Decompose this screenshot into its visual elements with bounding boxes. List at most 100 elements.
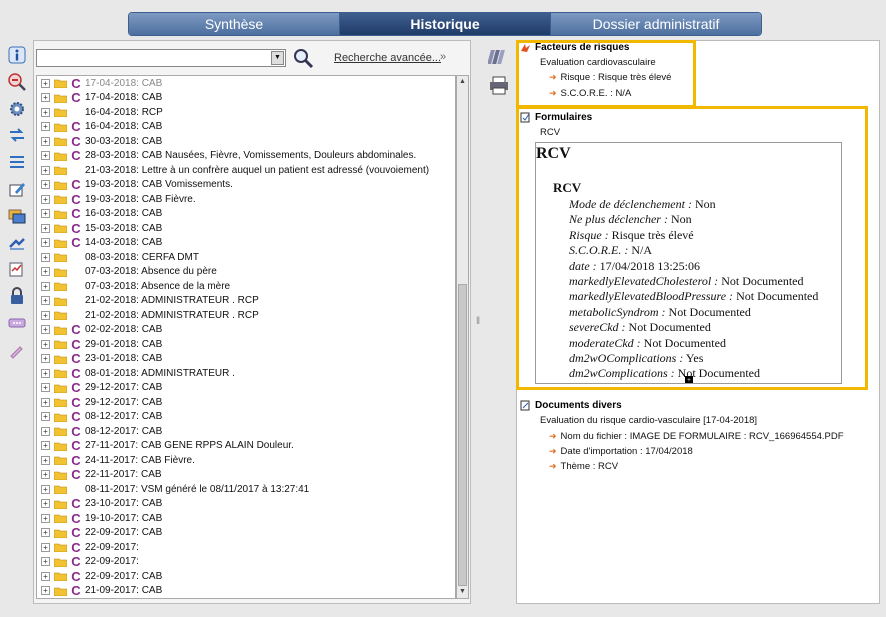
table-row[interactable]: + C 23-10-2017: CAB <box>37 496 455 511</box>
scroll-down-icon[interactable]: ▼ <box>457 586 468 598</box>
table-row[interactable]: + C 08-12-2017: CAB <box>37 409 455 424</box>
table-row[interactable]: + C 22-09-2017: CAB <box>37 569 455 584</box>
row-label: 23-01-2018: CAB <box>85 353 163 365</box>
expand-plus-icon[interactable]: + <box>41 93 50 103</box>
table-row[interactable]: + C 17-04-2018: CAB <box>37 90 455 105</box>
prescription-icon[interactable] <box>6 232 28 254</box>
expand-plus-icon[interactable]: + <box>41 281 50 291</box>
expand-plus-icon[interactable]: + <box>41 528 50 538</box>
expand-plus-icon[interactable]: + <box>41 586 50 596</box>
expand-plus-icon[interactable]: + <box>41 252 50 262</box>
expand-plus-icon[interactable]: + <box>41 107 50 117</box>
table-row[interactable]: + C 29-01-2018: CAB <box>37 337 455 352</box>
expand-plus-icon[interactable]: + <box>41 194 50 204</box>
table-row[interactable]: + C 19-10-2017: CAB <box>37 511 455 526</box>
table-row[interactable]: + C 22-09-2017: <box>37 554 455 569</box>
table-row[interactable]: +16-04-2018: RCP <box>37 105 455 120</box>
expand-plus-icon[interactable]: + <box>41 513 50 523</box>
table-row[interactable]: + C 28-03-2018: CAB Nausées, Fièvre, Vomis… <box>37 148 455 163</box>
table-row[interactable]: +08-11-2017: VSM généré le 08/11/2017 à … <box>37 482 455 497</box>
expand-plus-icon[interactable]: + <box>41 325 50 335</box>
table-row[interactable]: + C 08-12-2017: CAB <box>37 424 455 439</box>
printer-icon[interactable] <box>488 74 510 96</box>
expand-plus-icon[interactable]: + <box>41 470 50 480</box>
panel-splitter[interactable]: ‖ <box>476 316 482 327</box>
expand-plus-icon[interactable]: + <box>41 354 50 364</box>
zoom-out-icon[interactable] <box>6 71 28 93</box>
expand-plus-icon[interactable]: + <box>41 136 50 146</box>
expand-plus-icon[interactable]: + <box>41 122 50 132</box>
info-icon[interactable] <box>6 44 28 66</box>
settings-icon[interactable] <box>6 98 28 120</box>
lock-icon[interactable] <box>6 285 28 307</box>
chart-edit-icon[interactable] <box>6 258 28 280</box>
brush-icon[interactable] <box>6 339 28 361</box>
tree-scrollbar[interactable]: ▲ ▼ <box>456 75 469 599</box>
table-row[interactable]: +21-02-2018: ADMINISTRATEUR . RCP <box>37 308 455 323</box>
expand-plus-icon[interactable]: + <box>41 557 50 567</box>
scroll-thumb[interactable] <box>458 284 467 586</box>
table-row[interactable]: + C 02-02-2018: CAB <box>37 322 455 337</box>
expand-plus-icon[interactable]: + <box>41 542 50 552</box>
scroll-up-icon[interactable]: ▲ <box>457 76 468 88</box>
table-row[interactable]: + C 24-11-2017: CAB Fièvre. <box>37 453 455 468</box>
expand-plus-icon[interactable]: + <box>41 310 50 320</box>
expand-chevron-icon[interactable]: » <box>440 51 446 63</box>
tab-synthese[interactable]: Synthèse <box>129 13 340 35</box>
expand-plus-icon[interactable]: + <box>41 441 50 451</box>
table-row[interactable]: +21-03-2018: Lettre à un confrère auquel… <box>37 163 455 178</box>
expand-plus-icon[interactable]: + <box>41 383 50 393</box>
advanced-search-link[interactable]: Recherche avancée... <box>334 52 441 64</box>
expand-plus-icon[interactable]: + <box>41 484 50 494</box>
edit-icon[interactable] <box>6 178 28 200</box>
table-row[interactable]: + C 19-03-2018: CAB Vomissements. <box>37 177 455 192</box>
expand-plus-icon[interactable]: + <box>41 571 50 581</box>
expand-plus-icon[interactable]: + <box>41 426 50 436</box>
table-row[interactable]: + C 16-04-2018: CAB <box>37 119 455 134</box>
transfer-icon[interactable] <box>6 124 28 146</box>
expand-plus-icon[interactable]: + <box>41 223 50 233</box>
expand-plus-icon[interactable]: + <box>41 267 50 277</box>
table-row[interactable]: + C 08-01-2018: ADMINISTRATEUR . <box>37 366 455 381</box>
list-icon[interactable] <box>6 151 28 173</box>
table-row[interactable]: + C 14-03-2018: CAB <box>37 235 455 250</box>
expand-plus-icon[interactable]: + <box>41 209 50 219</box>
table-row[interactable]: + C 22-09-2017: <box>37 540 455 555</box>
expand-plus-icon[interactable]: + <box>41 412 50 422</box>
expand-plus-icon[interactable]: + <box>41 368 50 378</box>
table-row[interactable]: + C 29-12-2017: CAB <box>37 395 455 410</box>
table-row[interactable]: + C 21-09-2017: CAB <box>37 583 455 598</box>
table-row[interactable]: + C 19-03-2018: CAB Fièvre. <box>37 192 455 207</box>
expand-plus-icon[interactable]: + <box>41 180 50 190</box>
table-row[interactable]: + C 15-03-2018: CAB <box>37 221 455 236</box>
table-row[interactable]: + C 22-09-2017: CAB <box>37 525 455 540</box>
cards-icon[interactable] <box>6 205 28 227</box>
search-icon[interactable] <box>292 47 314 69</box>
message-icon[interactable] <box>6 312 28 334</box>
table-row[interactable]: + C 23-01-2018: CAB <box>37 351 455 366</box>
expand-plus-icon[interactable]: + <box>41 455 50 465</box>
table-row[interactable]: + C 16-03-2018: CAB <box>37 206 455 221</box>
expand-plus-icon[interactable]: + <box>41 499 50 509</box>
expand-plus-icon[interactable]: + <box>41 397 50 407</box>
expand-plus-icon[interactable]: + <box>41 78 50 88</box>
books-icon[interactable] <box>487 46 510 68</box>
table-row[interactable]: +07-03-2018: Absence du père <box>37 265 455 280</box>
table-row[interactable]: + C 29-12-2017: CAB <box>37 380 455 395</box>
tab-historique[interactable]: Historique <box>340 13 551 35</box>
table-row[interactable]: +07-03-2018: Absence de la mère <box>37 279 455 294</box>
expand-plus-icon[interactable]: + <box>41 296 50 306</box>
table-row[interactable]: + C 22-11-2017: CAB <box>37 467 455 482</box>
table-row[interactable]: +08-03-2018: CERFA DMT <box>37 250 455 265</box>
table-row[interactable]: + C 27-11-2017: CAB GENE RPPS ALAIN Douleu… <box>37 438 455 453</box>
table-row[interactable]: + C 30-03-2018: CAB <box>37 134 455 149</box>
chevron-down-icon[interactable]: ▼ <box>271 51 284 65</box>
table-row[interactable]: +21-02-2018: ADMINISTRATEUR . RCP <box>37 294 455 309</box>
expand-plus-icon[interactable]: + <box>41 165 50 175</box>
expand-plus-icon[interactable]: + <box>41 151 50 161</box>
expand-plus-icon[interactable]: + <box>41 339 50 349</box>
expand-plus-icon[interactable]: + <box>41 238 50 248</box>
table-row[interactable]: + C 17-04-2018: CAB <box>37 76 455 91</box>
tab-dossier-administratif[interactable]: Dossier administratif <box>551 13 761 35</box>
search-combo[interactable]: ▼ <box>36 49 286 67</box>
